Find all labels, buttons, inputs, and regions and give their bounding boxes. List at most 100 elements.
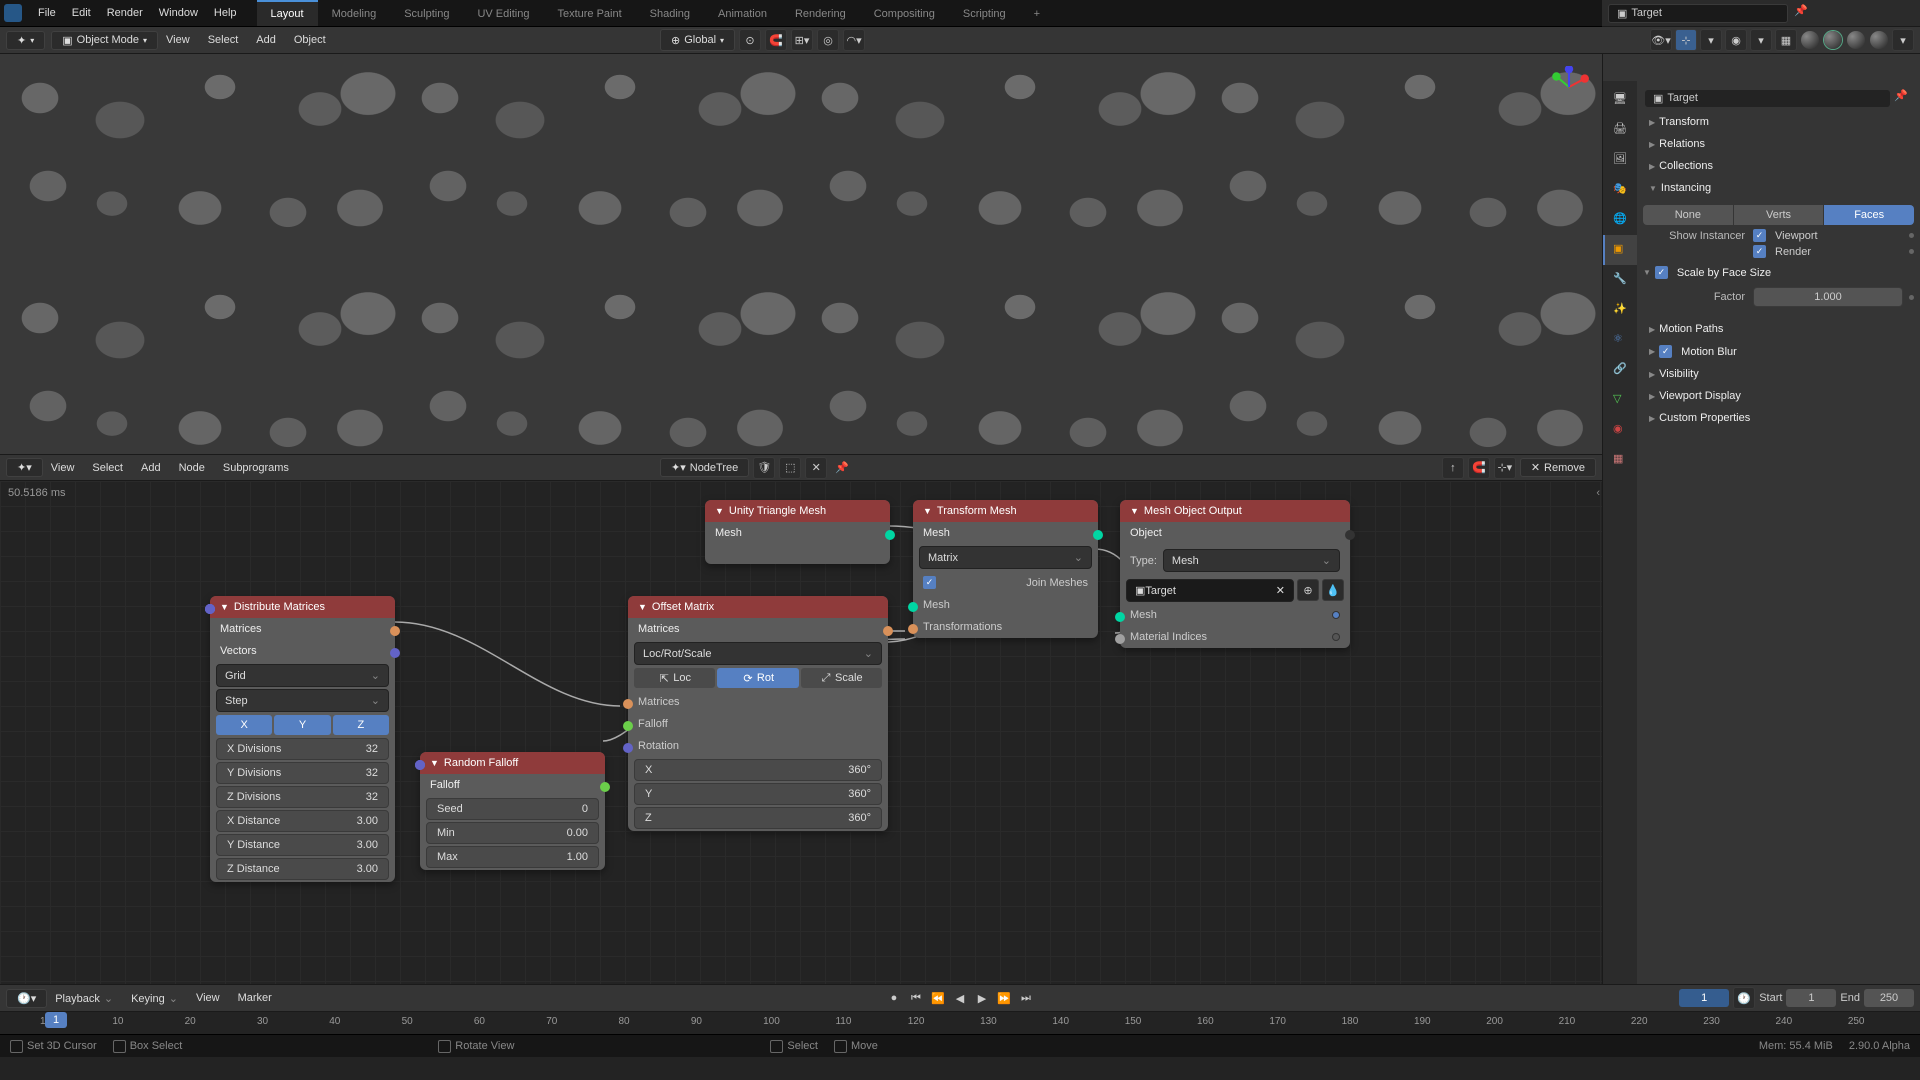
shading-dropdown[interactable]: ▾ <box>1892 29 1914 51</box>
proportional-icon[interactable]: ◎ <box>817 29 839 51</box>
visibility-icon[interactable]: 👁▾ <box>1650 29 1672 51</box>
tab-physics[interactable]: ⚛ <box>1603 325 1637 355</box>
offset-loc-toggle[interactable]: ⇱Loc <box>634 668 715 688</box>
nh-node[interactable]: Node <box>171 459 213 477</box>
end-frame-field[interactable]: 250 <box>1864 989 1914 1007</box>
tab-render[interactable]: 🖥 <box>1603 85 1637 115</box>
tab-viewlayer[interactable]: 🖼 <box>1603 145 1637 175</box>
remove-button[interactable]: ✕ Remove <box>1520 458 1596 477</box>
solid-shading-icon[interactable] <box>1824 31 1842 49</box>
panel-custom-props[interactable]: ▶Custom Properties <box>1643 407 1914 429</box>
tab-modifiers[interactable]: 🔧 <box>1603 265 1637 295</box>
shield-icon[interactable]: 🛡 <box>753 457 775 479</box>
moo-eyedropper-icon[interactable]: 💧 <box>1322 579 1344 601</box>
tab-object[interactable]: ▣ <box>1603 235 1637 265</box>
nodetree-selector[interactable]: ✦▾ NodeTree <box>660 458 749 477</box>
y-distance-field[interactable]: Y Distance3.00 <box>216 834 389 856</box>
snap-to-dropdown[interactable]: ⊞▾ <box>791 29 813 51</box>
timeline-ruler[interactable]: 1102030405060708090100110120130140150160… <box>0 1011 1920 1034</box>
panel-motion-blur[interactable]: ▶✓Motion Blur <box>1643 340 1914 363</box>
axis-y[interactable]: Y <box>274 715 330 735</box>
axis-x[interactable]: X <box>216 715 272 735</box>
tab-world[interactable]: 🌐 <box>1603 205 1637 235</box>
panel-relations[interactable]: ▶Relations <box>1643 133 1914 155</box>
instancing-verts[interactable]: Verts <box>1734 205 1824 225</box>
panel-scale-by-face[interactable]: ▼✓Scale by Face Size <box>1643 261 1914 284</box>
wireframe-shading-icon[interactable] <box>1801 31 1819 49</box>
workspace-tab-scripting[interactable]: Scripting <box>949 0 1020 26</box>
nh-select[interactable]: Select <box>84 459 131 477</box>
tl-marker[interactable]: Marker <box>230 989 280 1007</box>
z-distance-field[interactable]: Z Distance3.00 <box>216 858 389 880</box>
breadcrumb-object[interactable]: ▣Target <box>1645 90 1890 107</box>
tl-keying[interactable]: Keying <box>123 989 186 1008</box>
panel-visibility[interactable]: ▶Visibility <box>1643 363 1914 385</box>
panel-transform[interactable]: ▶Transform <box>1643 111 1914 133</box>
moo-type-dropdown[interactable]: Mesh <box>1163 549 1340 572</box>
tab-texture[interactable]: ▦ <box>1603 445 1637 475</box>
rot-z-field[interactable]: Z360° <box>634 807 882 829</box>
workspace-tab-uv-editing[interactable]: UV Editing <box>463 0 543 26</box>
add-workspace-button[interactable]: + <box>1020 0 1054 26</box>
keyframe-next-icon[interactable]: ⏩ <box>994 989 1014 1007</box>
max-field[interactable]: Max1.00 <box>426 846 599 868</box>
preview-range-icon[interactable]: 🕐 <box>1733 987 1755 1009</box>
pin-icon[interactable]: 📌 <box>831 457 853 479</box>
tab-material[interactable]: ◉ <box>1603 415 1637 445</box>
workspace-tab-animation[interactable]: Animation <box>704 0 781 26</box>
offset-rot-toggle[interactable]: ⟳Rot <box>717 668 798 688</box>
dist-mode2-dropdown[interactable]: Step <box>216 689 389 712</box>
workspace-tab-sculpting[interactable]: Sculpting <box>390 0 463 26</box>
jump-end-icon[interactable]: ⏭ <box>1016 989 1036 1007</box>
xray-icon[interactable]: ▦ <box>1775 29 1797 51</box>
workspace-tab-modeling[interactable]: Modeling <box>318 0 391 26</box>
panel-viewport-display[interactable]: ▶Viewport Display <box>1643 385 1914 407</box>
menu-edit[interactable]: Edit <box>64 3 99 23</box>
sidebar-toggle-icon[interactable]: ‹ <box>1596 487 1600 499</box>
mode-dropdown[interactable]: ▣ Object Mode ▾ <box>51 31 158 50</box>
offset-mode-dropdown[interactable]: Loc/Rot/Scale <box>634 642 882 665</box>
overlay-dropdown[interactable]: ▾ <box>1750 29 1772 51</box>
workspace-tab-compositing[interactable]: Compositing <box>860 0 949 26</box>
3d-viewport[interactable] <box>0 54 1602 454</box>
gizmo-toggle-icon[interactable]: ⊹ <box>1675 29 1697 51</box>
x-distance-field[interactable]: X Distance3.00 <box>216 810 389 832</box>
playhead[interactable]: 1 <box>45 1012 67 1028</box>
menu-render[interactable]: Render <box>99 3 151 23</box>
workspace-tab-texture-paint[interactable]: Texture Paint <box>543 0 635 26</box>
pin-icon[interactable]: 📌 <box>1794 4 1812 22</box>
snap-node-type-icon[interactable]: ⊹▾ <box>1494 457 1516 479</box>
play-reverse-icon[interactable]: ◀ <box>950 989 970 1007</box>
tm-mode-dropdown[interactable]: Matrix <box>919 546 1092 569</box>
menu-file[interactable]: File <box>30 3 64 23</box>
moo-new-icon[interactable]: ⊕ <box>1297 579 1319 601</box>
node-mesh-object-output[interactable]: ▼Mesh Object Output Object Type: Mesh ▣ … <box>1120 500 1350 648</box>
panel-instancing[interactable]: ▼Instancing <box>1643 177 1914 199</box>
menu-help[interactable]: Help <box>206 3 245 23</box>
timeline-editor-dropdown[interactable]: 🕐▾ <box>6 989 47 1008</box>
start-frame-field[interactable]: 1 <box>1786 989 1836 1007</box>
menu-window[interactable]: Window <box>151 3 206 23</box>
pivot-icon[interactable]: ⊙ <box>739 29 761 51</box>
matprev-shading-icon[interactable] <box>1847 31 1865 49</box>
current-frame-field[interactable]: 1 <box>1679 989 1729 1007</box>
fake-user-icon[interactable]: ⬚ <box>779 457 801 479</box>
x-divisions-field[interactable]: X Divisions32 <box>216 738 389 760</box>
workspace-tab-layout[interactable]: Layout <box>257 0 318 26</box>
y-divisions-field[interactable]: Y Divisions32 <box>216 762 389 784</box>
offset-scale-toggle[interactable]: ⤢Scale <box>801 668 882 688</box>
proportional-type-dropdown[interactable]: ◠▾ <box>843 29 865 51</box>
instancing-none[interactable]: None <box>1643 205 1733 225</box>
factor-field[interactable]: 1.000 <box>1753 287 1903 307</box>
nav-gizmo-icon[interactable] <box>1548 66 1590 108</box>
instancing-faces[interactable]: Faces <box>1824 205 1914 225</box>
node-transform-mesh[interactable]: ▼Transform Mesh Mesh Matrix ✓Join Meshes… <box>913 500 1098 638</box>
node-editor-canvas[interactable]: 50.5186 ms ‹ ▼Distribute Matrices Matric… <box>0 481 1602 984</box>
axis-z[interactable]: Z <box>333 715 389 735</box>
tl-playback[interactable]: Playback <box>47 989 121 1008</box>
node-distribute-matrices[interactable]: ▼Distribute Matrices Matrices Vectors Gr… <box>210 596 395 882</box>
autokey-icon[interactable]: ● <box>884 989 904 1007</box>
tab-constraints[interactable]: 🔗 <box>1603 355 1637 385</box>
arrow-up-icon[interactable]: ↑ <box>1442 457 1464 479</box>
workspace-tab-shading[interactable]: Shading <box>636 0 704 26</box>
